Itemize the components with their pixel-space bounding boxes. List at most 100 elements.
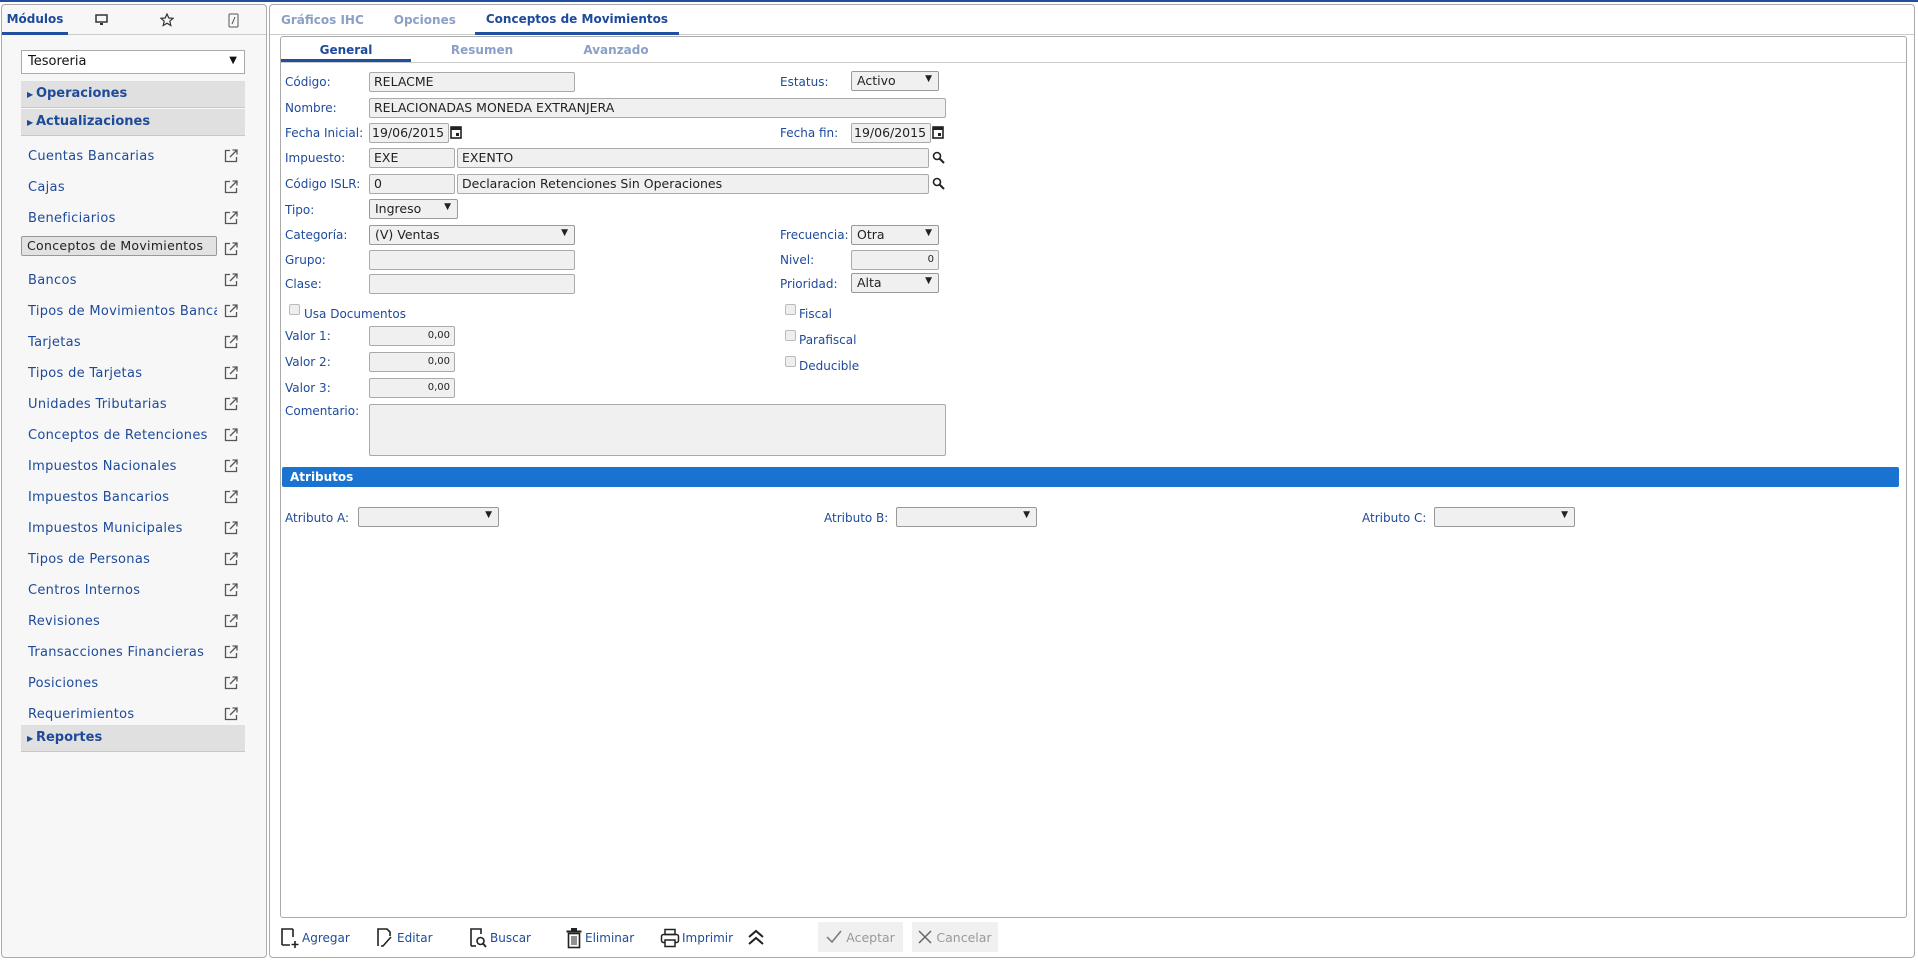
external-link-icon[interactable] [224,521,238,535]
fecha-fin-input[interactable]: 19/06/2015 [851,123,931,143]
cancelar-button[interactable]: Cancelar [912,922,998,952]
clase-input[interactable] [369,274,575,294]
atributo-a-select[interactable]: ▼ [358,507,499,527]
sidebar-item[interactable]: Cajas [21,174,217,201]
eliminar-button[interactable]: Eliminar [565,925,634,951]
nivel-input[interactable]: 0 [851,250,939,270]
external-link-icon[interactable] [224,552,238,566]
tab-favorites[interactable] [134,5,200,35]
tab-monitor[interactable] [68,5,134,35]
sidebar-item[interactable]: Impuestos Bancarios [21,484,217,511]
subtab-avanzado[interactable]: Avanzado [551,38,681,62]
sidebar-item[interactable]: Centros Internos [21,577,217,604]
external-link-icon[interactable] [224,211,238,225]
search-icon[interactable] [932,151,945,164]
external-link-icon[interactable] [224,273,238,287]
categoria-select[interactable]: (V) Ventas ▼ [369,225,575,245]
categoria-label: Categoría: [285,228,348,242]
sidebar-item[interactable]: Transacciones Financieras [21,639,217,666]
imprimir-button[interactable]: Imprimir [660,925,733,951]
external-link-icon[interactable] [224,459,238,473]
buscar-button[interactable]: Buscar [468,925,531,951]
impuesto-desc-input[interactable]: EXENTO [457,148,929,168]
sidebar-item[interactable]: Impuestos Municipales [21,515,217,542]
nombre-input[interactable]: RELACIONADAS MONEDA EXTRANJERA [369,98,946,118]
tab-modulos[interactable]: Módulos [2,5,68,35]
external-link-icon[interactable] [224,707,238,721]
frecuencia-select[interactable]: Otra ▼ [851,225,939,245]
module-select[interactable]: Tesoreria ▼ [21,50,245,74]
group-label: Operaciones [35,86,128,101]
subtab-general[interactable]: General [281,38,411,62]
codigo-islr-code-input[interactable]: 0 [369,174,455,194]
tipo-value: Ingreso [375,201,422,216]
external-link-icon[interactable] [224,366,238,380]
sidebar-item[interactable]: Conceptos de Movimientos [21,236,217,256]
atributo-b-select[interactable]: ▼ [896,507,1037,527]
valor3-input[interactable]: 0,00 [369,378,455,398]
external-link-icon[interactable] [224,180,238,194]
categoria-value: (V) Ventas [375,227,440,242]
valor1-input[interactable]: 0,00 [369,326,455,346]
codigo-islr-label: Código ISLR: [285,177,361,191]
tipo-select[interactable]: Ingreso ▼ [369,199,458,219]
impuesto-code-input[interactable]: EXE [369,148,455,168]
external-link-icon[interactable] [224,304,238,318]
external-link-icon[interactable] [224,490,238,504]
sidebar-item[interactable]: Cuentas Bancarias [21,143,217,170]
sidebar-item[interactable]: Tipos de Movimientos Bancar [21,298,217,325]
sidebar-item[interactable]: Unidades Tributarias [21,391,217,418]
group-reportes[interactable]: ▶ Reportes [21,725,245,752]
parafiscal-checkbox[interactable] [785,330,796,341]
estatus-select[interactable]: Activo ▼ [851,71,939,91]
codigo-input[interactable]: RELACME [369,72,575,92]
sidebar-item[interactable]: Bancos [21,267,217,294]
grupo-input[interactable] [369,250,575,270]
subtab-resumen[interactable]: Resumen [417,38,547,62]
fiscal-checkbox[interactable] [785,304,796,315]
group-actualizaciones[interactable]: ▶ Actualizaciones [21,109,245,136]
valor2-input[interactable]: 0,00 [369,352,455,372]
atributo-c-select[interactable]: ▼ [1434,507,1575,527]
tab-graficos-ihc[interactable]: Gráficos IHC [270,5,375,35]
external-link-icon[interactable] [224,397,238,411]
tab-tools[interactable] [200,5,266,35]
calendar-icon[interactable] [450,125,462,139]
agregar-button[interactable]: Agregar [280,925,350,951]
prioridad-select[interactable]: Alta ▼ [851,273,939,293]
external-link-icon[interactable] [224,676,238,690]
chevron-down-icon: ▼ [925,74,932,84]
printer-icon [660,928,680,948]
usa-documentos-checkbox[interactable] [289,304,300,315]
codigo-islr-desc-input[interactable]: Declaracion Retenciones Sin Operaciones [457,174,929,194]
tab-conceptos-de-movimientos[interactable]: Conceptos de Movimientos [474,5,680,35]
external-link-icon[interactable] [224,149,238,163]
sidebar-item[interactable]: Requerimientos [21,701,217,728]
external-link-icon[interactable] [224,645,238,659]
comentario-textarea[interactable] [369,404,946,456]
external-link-icon[interactable] [224,335,238,349]
sidebar-item[interactable]: Tipos de Personas [21,546,217,573]
fecha-inicial-input[interactable]: 19/06/2015 [369,123,449,143]
sidebar-item[interactable]: Beneficiarios [21,205,217,232]
sidebar-item[interactable]: Tarjetas [21,329,217,356]
sidebar-item[interactable]: Posiciones [21,670,217,697]
external-link-icon[interactable] [224,583,238,597]
external-link-icon[interactable] [224,614,238,628]
editar-button[interactable]: Editar [375,925,433,951]
sidebar-item[interactable]: Revisiones [21,608,217,635]
group-label: Actualizaciones [35,114,151,129]
calendar-icon[interactable] [932,125,944,139]
sidebar-item[interactable]: Impuestos Nacionales [21,453,217,480]
key-icon [228,13,238,27]
sidebar-item[interactable]: Conceptos de Retenciones [21,422,217,449]
double-chevron-up-icon[interactable] [747,928,765,946]
sidebar-item[interactable]: Tipos de Tarjetas [21,360,217,387]
tab-opciones[interactable]: Opciones [383,5,467,35]
group-operaciones[interactable]: ▶ Operaciones [21,81,245,108]
external-link-icon[interactable] [224,242,238,256]
search-icon[interactable] [932,177,945,190]
deducible-checkbox[interactable] [785,356,796,367]
aceptar-button[interactable]: Aceptar [818,922,903,952]
external-link-icon[interactable] [224,428,238,442]
